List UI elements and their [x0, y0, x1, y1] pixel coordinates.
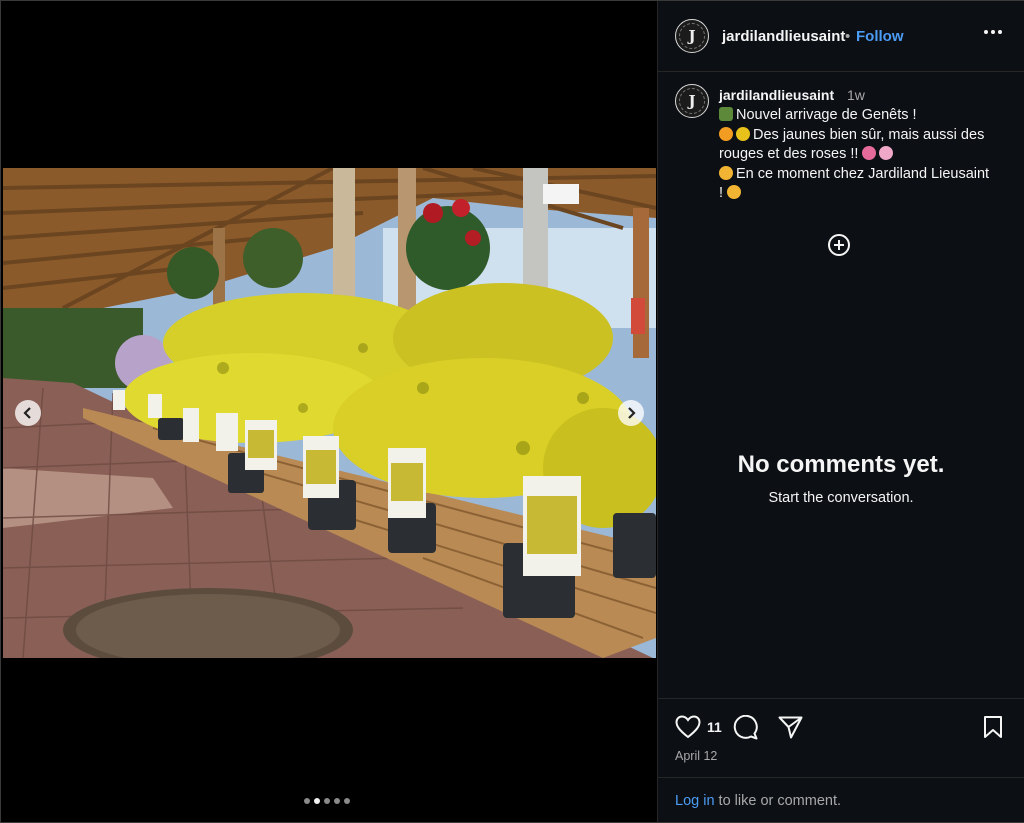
caption-line: Des jaunes bien sûr, mais aussi des — [719, 126, 1009, 146]
login-link[interactable]: Log in — [675, 793, 715, 809]
divider — [658, 777, 1024, 778]
post-date[interactable]: April 12 — [675, 749, 717, 763]
post-photo — [3, 168, 656, 658]
caption-avatar[interactable]: J — [675, 84, 709, 118]
caption-line-text: rouges et des roses !! — [719, 146, 859, 162]
caption-timestamp[interactable]: 1w — [847, 87, 865, 103]
sunflower-emoji — [736, 126, 750, 141]
star-struck-emoji — [719, 165, 733, 180]
media-pane — [1, 1, 656, 822]
blossom-emoji — [719, 126, 733, 141]
comment-icon[interactable] — [733, 715, 759, 740]
star-struck-emoji — [727, 185, 742, 199]
post-sidebar: J jardilandlieusaint • Follow J jardilan… — [657, 1, 1024, 822]
carousel-dot — [304, 798, 310, 804]
caption-line-text: ! — [719, 185, 724, 201]
avatar[interactable]: J — [675, 19, 709, 53]
add-comment-icon[interactable] — [828, 234, 850, 256]
separator-dot: • — [845, 28, 851, 45]
cherry-blossom-emoji — [862, 146, 877, 160]
share-icon[interactable] — [778, 716, 803, 739]
chevron-left-icon — [23, 407, 31, 419]
bookmark-icon[interactable] — [983, 715, 1003, 739]
caption-line: En ce moment chez Jardiland Lieusaint — [719, 165, 1009, 185]
login-prompt: Log in to like or comment. — [675, 793, 841, 809]
carousel-prev-button[interactable] — [15, 400, 41, 426]
caption-line: ! — [719, 184, 1009, 204]
carousel-next-button[interactable] — [618, 400, 644, 426]
more-icon[interactable] — [980, 26, 1006, 38]
heart-icon[interactable] — [675, 715, 701, 739]
header-username[interactable]: jardilandlieusaint — [722, 28, 845, 45]
post-modal: J jardilandlieusaint • Follow J jardilan… — [0, 0, 1024, 823]
garden-center-photo — [3, 168, 656, 658]
follow-button[interactable]: Follow — [856, 28, 904, 45]
post-header: J jardilandlieusaint • Follow — [658, 1, 1024, 72]
login-prompt-text: to like or comment. — [714, 793, 842, 809]
caption-username[interactable]: jardilandlieusaint — [719, 87, 834, 103]
divider — [658, 698, 1024, 699]
no-comments-subtitle: Start the conversation. — [768, 490, 914, 506]
chevron-right-icon — [628, 407, 636, 419]
carousel-dot — [314, 798, 320, 804]
carousel-dot — [344, 798, 350, 804]
carousel-indicator — [304, 798, 350, 804]
flower-emoji — [879, 146, 894, 160]
caption-line: Nouvel arrivage de Genêts ! — [719, 106, 1009, 126]
like-count[interactable]: 11 — [707, 719, 722, 735]
potted-plant-emoji — [719, 107, 733, 121]
caption-line: rouges et des roses !! — [719, 145, 1009, 165]
caption-line-text: En ce moment chez Jardiland Lieusaint — [736, 165, 990, 182]
no-comments-title: No comments yet. — [737, 451, 945, 478]
carousel-dot — [324, 798, 330, 804]
caption-line-text: Des jaunes bien sûr, mais aussi des — [753, 126, 985, 143]
carousel-dot — [334, 798, 340, 804]
caption-text: Nouvel arrivage de Genêts ! Des jaunes b… — [719, 106, 1009, 204]
caption-line-text: Nouvel arrivage de Genêts ! — [736, 107, 917, 123]
